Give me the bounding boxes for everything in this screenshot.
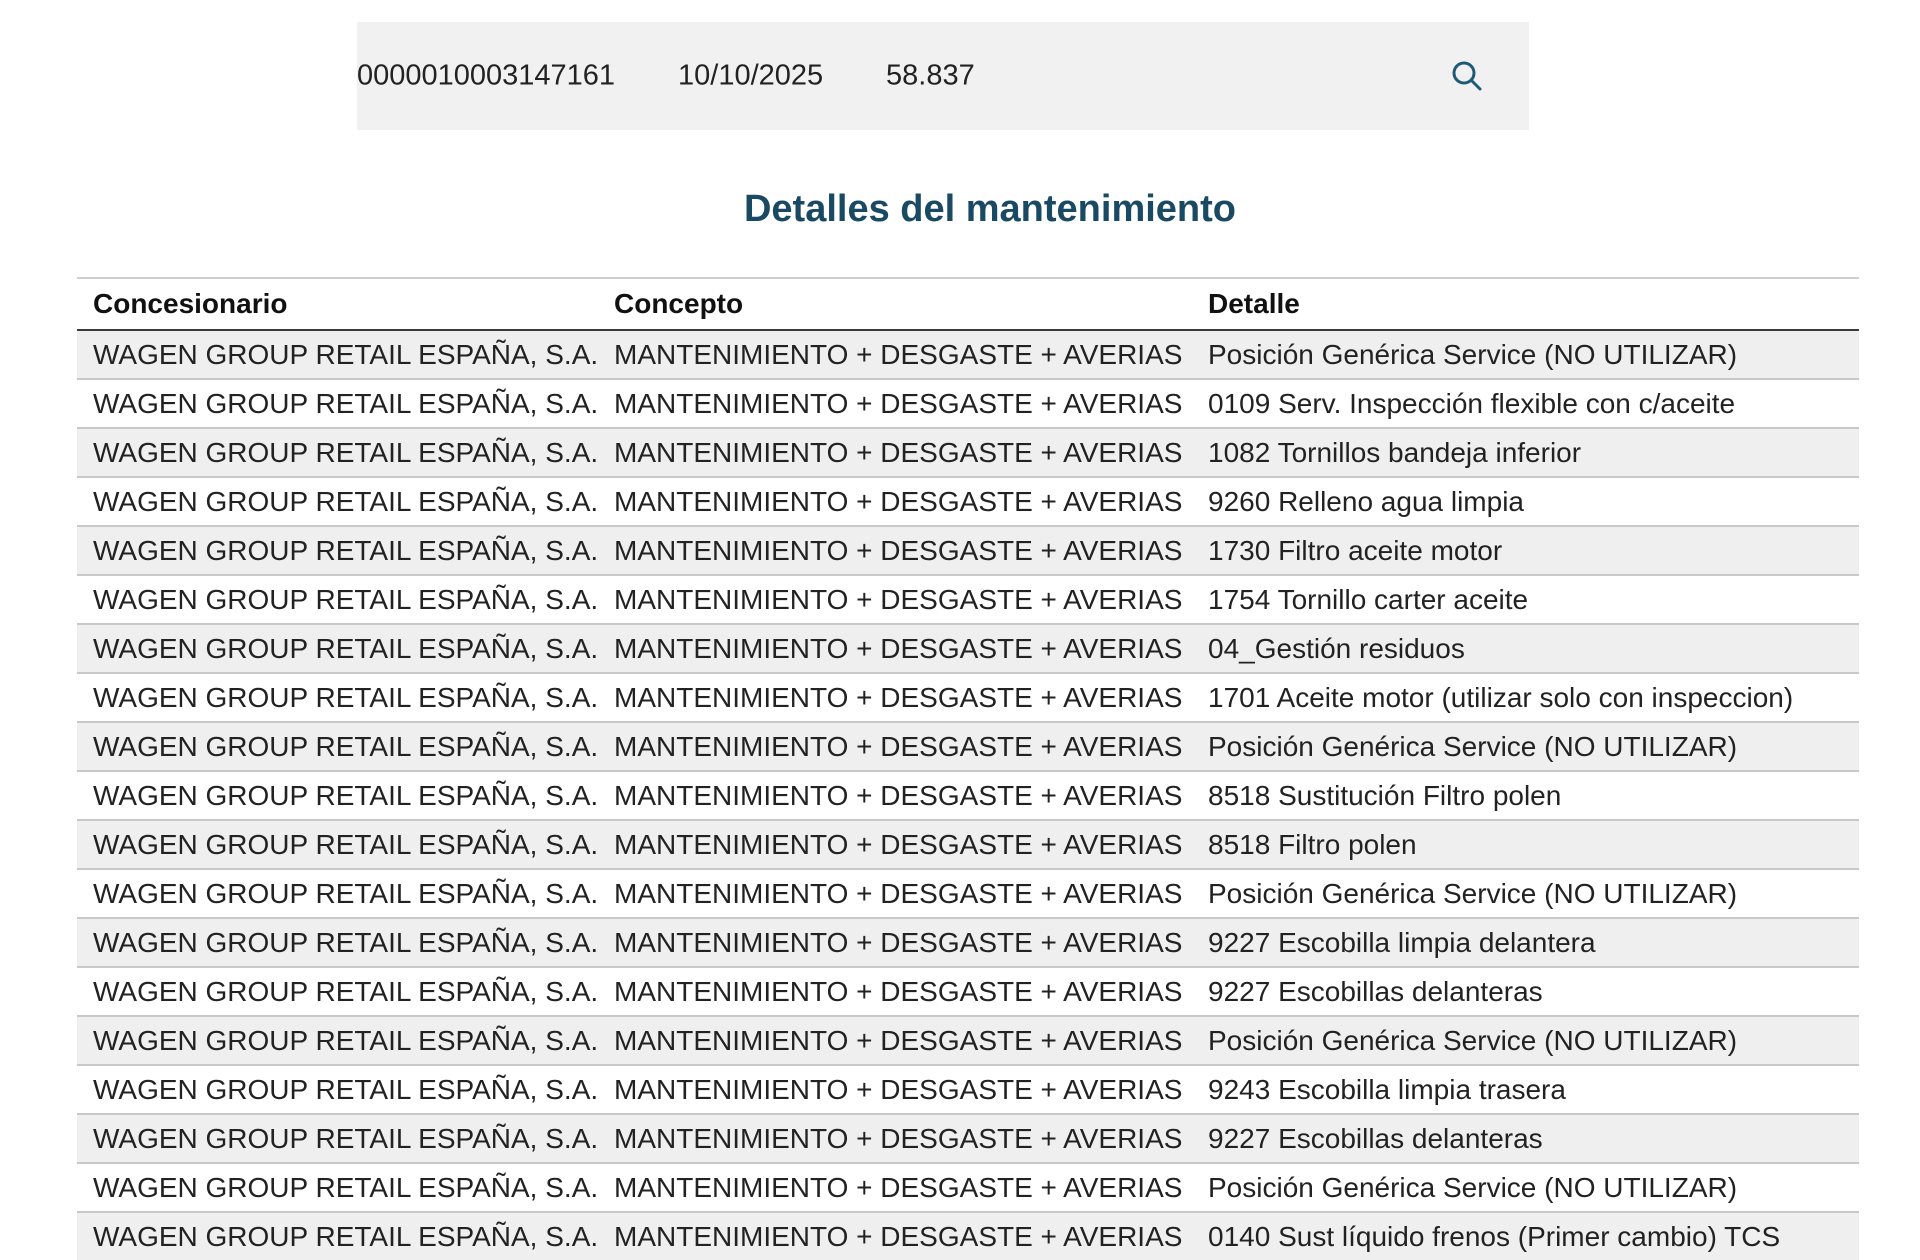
cell-concesionario: WAGEN GROUP RETAIL ESPAÑA, S.A. — [77, 526, 598, 576]
cell-concesionario: WAGEN GROUP RETAIL ESPAÑA, S.A. — [77, 820, 598, 870]
cell-concepto: MANTENIMIENTO + DESGASTE + AVERIAS — [598, 526, 1192, 576]
table-row: WAGEN GROUP RETAIL ESPAÑA, S.A. MANTENIMI… — [77, 330, 1859, 380]
cell-concepto: MANTENIMIENTO + DESGASTE + AVERIAS — [598, 1114, 1192, 1164]
maintenance-details-table-container: Concesionario Concepto Detalle WAGEN GRO… — [77, 277, 1859, 1260]
table-row: WAGEN GROUP RETAIL ESPAÑA, S.A. MANTENIMI… — [77, 526, 1859, 576]
table-row: WAGEN GROUP RETAIL ESPAÑA, S.A. MANTENIMI… — [77, 967, 1859, 1017]
search-icon — [1452, 61, 1482, 91]
table-row: WAGEN GROUP RETAIL ESPAÑA, S.A. MANTENIMI… — [77, 869, 1859, 919]
cell-concesionario: WAGEN GROUP RETAIL ESPAÑA, S.A. — [77, 722, 598, 772]
table-header: Concesionario Concepto Detalle — [77, 277, 1859, 331]
table-body: WAGEN GROUP RETAIL ESPAÑA, S.A. MANTENIMI… — [77, 330, 1859, 1260]
cell-concesionario: WAGEN GROUP RETAIL ESPAÑA, S.A. — [77, 575, 598, 625]
cell-detalle: 1082 Tornillos bandeja inferior — [1192, 428, 1859, 478]
cell-detalle: Posición Genérica Service (NO UTILIZAR) — [1192, 1163, 1859, 1213]
cell-concepto: MANTENIMIENTO + DESGASTE + AVERIAS — [598, 722, 1192, 772]
cell-detalle: Posición Genérica Service (NO UTILIZAR) — [1192, 330, 1859, 380]
column-header-concesionario: Concesionario — [77, 277, 598, 331]
maintenance-date: 10/10/2025 — [678, 59, 824, 92]
table-row: WAGEN GROUP RETAIL ESPAÑA, S.A. MANTENIMI… — [77, 428, 1859, 478]
cell-concesionario: WAGEN GROUP RETAIL ESPAÑA, S.A. — [77, 918, 598, 968]
column-header-concepto: Concepto — [598, 277, 1192, 331]
table-row: WAGEN GROUP RETAIL ESPAÑA, S.A. MANTENIMI… — [77, 477, 1859, 527]
cell-concesionario: WAGEN GROUP RETAIL ESPAÑA, S.A. — [77, 967, 598, 1017]
cell-concepto: MANTENIMIENTO + DESGASTE + AVERIAS — [598, 379, 1192, 429]
cell-concesionario: WAGEN GROUP RETAIL ESPAÑA, S.A. — [77, 428, 598, 478]
cell-concesionario: WAGEN GROUP RETAIL ESPAÑA, S.A. — [77, 1212, 598, 1260]
cell-detalle: 9243 Escobilla limpia trasera — [1192, 1065, 1859, 1115]
cell-detalle: 9227 Escobillas delanteras — [1192, 1114, 1859, 1164]
cell-concepto: MANTENIMIENTO + DESGASTE + AVERIAS — [598, 967, 1192, 1017]
table-row: WAGEN GROUP RETAIL ESPAÑA, S.A. MANTENIMI… — [77, 379, 1859, 429]
cell-detalle: 1730 Filtro aceite motor — [1192, 526, 1859, 576]
cell-detalle: 9227 Escobilla limpia delantera — [1192, 918, 1859, 968]
cell-concepto: MANTENIMIENTO + DESGASTE + AVERIAS — [598, 771, 1192, 821]
table-row: WAGEN GROUP RETAIL ESPAÑA, S.A. MANTENIMI… — [77, 1114, 1859, 1164]
cell-concepto: MANTENIMIENTO + DESGASTE + AVERIAS — [598, 918, 1192, 968]
cell-concesionario: WAGEN GROUP RETAIL ESPAÑA, S.A. — [77, 379, 598, 429]
table-row: WAGEN GROUP RETAIL ESPAÑA, S.A. MANTENIMI… — [77, 1212, 1859, 1260]
cell-concepto: MANTENIMIENTO + DESGASTE + AVERIAS — [598, 624, 1192, 674]
maintenance-details-table: Concesionario Concepto Detalle WAGEN GRO… — [77, 277, 1859, 1260]
cell-concepto: MANTENIMIENTO + DESGASTE + AVERIAS — [598, 1065, 1192, 1115]
table-row: WAGEN GROUP RETAIL ESPAÑA, S.A. MANTENIMI… — [77, 575, 1859, 625]
table-row: WAGEN GROUP RETAIL ESPAÑA, S.A. MANTENIMI… — [77, 1163, 1859, 1213]
cell-detalle: 04_Gestión residuos — [1192, 624, 1859, 674]
search-button[interactable] — [1443, 52, 1491, 100]
cell-concesionario: WAGEN GROUP RETAIL ESPAÑA, S.A. — [77, 1016, 598, 1066]
cell-concesionario: WAGEN GROUP RETAIL ESPAÑA, S.A. — [77, 624, 598, 674]
cell-concepto: MANTENIMIENTO + DESGASTE + AVERIAS — [598, 1016, 1192, 1066]
cell-detalle: 1754 Tornillo carter aceite — [1192, 575, 1859, 625]
cell-concepto: MANTENIMIENTO + DESGASTE + AVERIAS — [598, 428, 1192, 478]
maintenance-order-id: 0000010003147161 — [357, 59, 616, 92]
cell-concepto: MANTENIMIENTO + DESGASTE + AVERIAS — [598, 477, 1192, 527]
cell-concesionario: WAGEN GROUP RETAIL ESPAÑA, S.A. — [77, 330, 598, 380]
cell-detalle: 1701 Aceite motor (utilizar solo con ins… — [1192, 673, 1859, 723]
section-title: Detalles del mantenimiento — [743, 188, 1236, 230]
cell-detalle: 0140 Sust líquido frenos (Primer cambio)… — [1192, 1212, 1859, 1260]
cell-detalle: 8518 Filtro polen — [1192, 820, 1859, 870]
table-row: WAGEN GROUP RETAIL ESPAÑA, S.A. MANTENIMI… — [77, 820, 1859, 870]
cell-concesionario: WAGEN GROUP RETAIL ESPAÑA, S.A. — [77, 673, 598, 723]
maintenance-details-page: 0000010003147161 10/10/2025 58.837 Detal… — [0, 0, 1920, 1260]
table-row: WAGEN GROUP RETAIL ESPAÑA, S.A. MANTENIMI… — [77, 722, 1859, 772]
table-row: WAGEN GROUP RETAIL ESPAÑA, S.A. MANTENIMI… — [77, 918, 1859, 968]
cell-concepto: MANTENIMIENTO + DESGASTE + AVERIAS — [598, 820, 1192, 870]
cell-concesionario: WAGEN GROUP RETAIL ESPAÑA, S.A. — [77, 771, 598, 821]
cell-concesionario: WAGEN GROUP RETAIL ESPAÑA, S.A. — [77, 1114, 598, 1164]
cell-detalle: 9227 Escobillas delanteras — [1192, 967, 1859, 1017]
cell-concepto: MANTENIMIENTO + DESGASTE + AVERIAS — [598, 1163, 1192, 1213]
cell-concepto: MANTENIMIENTO + DESGASTE + AVERIAS — [598, 673, 1192, 723]
cell-detalle: Posición Genérica Service (NO UTILIZAR) — [1192, 869, 1859, 919]
cell-detalle: Posición Genérica Service (NO UTILIZAR) — [1192, 722, 1859, 772]
cell-concesionario: WAGEN GROUP RETAIL ESPAÑA, S.A. — [77, 869, 598, 919]
cell-concepto: MANTENIMIENTO + DESGASTE + AVERIAS — [598, 330, 1192, 380]
table-header-row: Concesionario Concepto Detalle — [77, 277, 1859, 331]
table-row: WAGEN GROUP RETAIL ESPAÑA, S.A. MANTENIMI… — [77, 771, 1859, 821]
cell-concesionario: WAGEN GROUP RETAIL ESPAÑA, S.A. — [77, 1163, 598, 1213]
table-row: WAGEN GROUP RETAIL ESPAÑA, S.A. MANTENIMI… — [77, 673, 1859, 723]
cell-concesionario: WAGEN GROUP RETAIL ESPAÑA, S.A. — [77, 477, 598, 527]
cell-concepto: MANTENIMIENTO + DESGASTE + AVERIAS — [598, 575, 1192, 625]
cell-detalle: Posición Genérica Service (NO UTILIZAR) — [1192, 1016, 1859, 1066]
table-row: WAGEN GROUP RETAIL ESPAÑA, S.A. MANTENIMI… — [77, 1016, 1859, 1066]
maintenance-mileage: 58.837 — [886, 59, 975, 92]
cell-detalle: 8518 Sustitución Filtro polen — [1192, 771, 1859, 821]
table-row: WAGEN GROUP RETAIL ESPAÑA, S.A. MANTENIMI… — [77, 624, 1859, 674]
cell-detalle: 9260 Relleno agua limpia — [1192, 477, 1859, 527]
column-header-detalle: Detalle — [1192, 277, 1859, 331]
table-row: WAGEN GROUP RETAIL ESPAÑA, S.A. MANTENIMI… — [77, 1065, 1859, 1115]
cell-concepto: MANTENIMIENTO + DESGASTE + AVERIAS — [598, 869, 1192, 919]
cell-concesionario: WAGEN GROUP RETAIL ESPAÑA, S.A. — [77, 1065, 598, 1115]
cell-detalle: 0109 Serv. Inspección flexible con c/ace… — [1192, 379, 1859, 429]
maintenance-summary-bar[interactable]: 0000010003147161 10/10/2025 58.837 — [357, 22, 1529, 130]
cell-concepto: MANTENIMIENTO + DESGASTE + AVERIAS — [598, 1212, 1192, 1260]
